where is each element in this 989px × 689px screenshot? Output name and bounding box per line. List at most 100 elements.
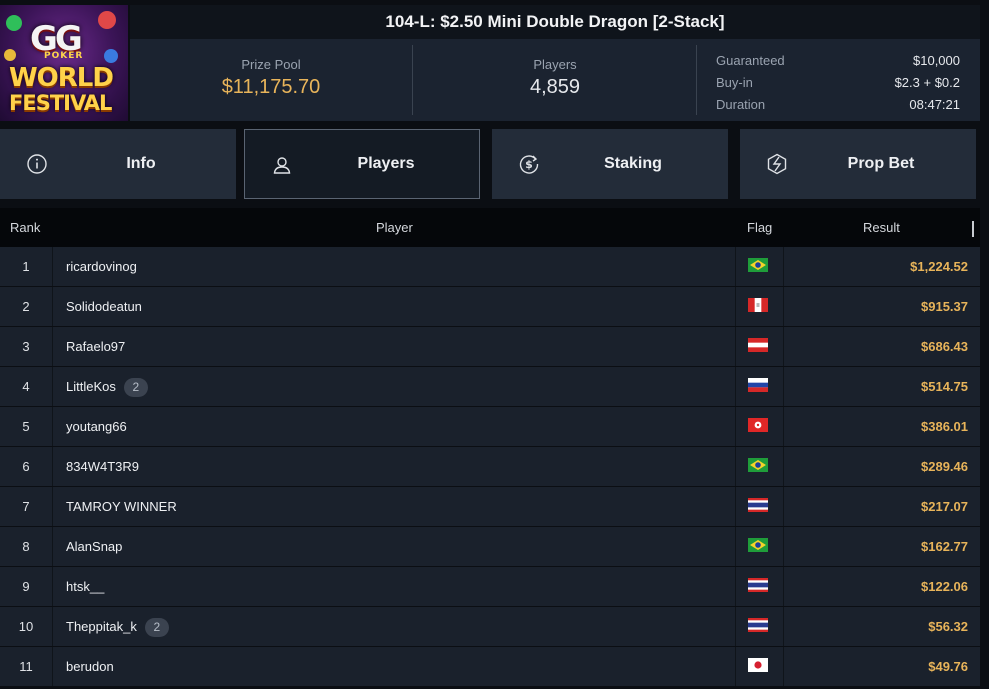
flag-peru-icon	[748, 298, 768, 312]
table-row[interactable]: 3 Rafaelo97 $686.43	[0, 327, 980, 367]
result-cell: $289.46	[921, 459, 968, 474]
prize-pool-label: Prize Pool	[241, 57, 301, 72]
table-row[interactable]: 6 834W4T3R9 $289.46	[0, 447, 980, 487]
flag-brazil-icon	[748, 458, 768, 472]
player-name[interactable]: AlanSnap	[66, 527, 122, 566]
prize-pool-stat: Prize Pool $11,175.70	[130, 39, 412, 121]
player-name[interactable]: Theppitak_k 2	[66, 607, 169, 646]
header-player[interactable]: Player	[376, 220, 413, 235]
flag-cell	[735, 367, 784, 406]
detail-row-guaranteed: Guaranteed $10,000	[716, 49, 960, 71]
player-name-text: AlanSnap	[66, 539, 123, 554]
flag-thailand-icon	[748, 578, 768, 592]
result-cell: $915.37	[921, 299, 968, 314]
tab-label: Prop Bet	[847, 155, 915, 172]
players-table: 1 ricardovinog $1,224.52 2 Solidodeatun $915.…	[0, 247, 980, 687]
player-name[interactable]: LittleKos 2	[66, 367, 148, 406]
player-name[interactable]: ricardovinog	[66, 247, 137, 286]
table-row[interactable]: 1 ricardovinog $1,224.52	[0, 247, 980, 287]
player-name[interactable]: berudon	[66, 647, 114, 686]
tab-info[interactable]: Info	[0, 129, 236, 199]
table-row[interactable]: 11 berudon $49.76	[0, 647, 980, 687]
flag-cell	[735, 607, 784, 646]
result-cell: $514.75	[921, 379, 968, 394]
detail-value: $2.3 + $0.2	[894, 74, 960, 90]
flag-brazil-icon	[748, 538, 768, 552]
detail-row-duration: Duration 08:47:21	[716, 93, 960, 115]
flag-cell	[735, 647, 784, 686]
player-name-text: Theppitak_k	[66, 619, 137, 634]
player-name-text: LittleKos	[66, 379, 116, 394]
header-rank[interactable]: Rank	[10, 220, 40, 235]
tournament-title: 104-L: $2.50 Mini Double Dragon [2-Stack…	[130, 5, 980, 39]
player-name[interactable]: htsk__	[66, 567, 104, 606]
header-flag[interactable]: Flag	[747, 220, 772, 235]
player-name-text: berudon	[66, 659, 114, 674]
rank-cell: 6	[0, 447, 53, 486]
table-row[interactable]: 4 LittleKos 2 $514.75	[0, 367, 980, 407]
detail-label: Buy-in	[716, 74, 753, 90]
player-name[interactable]: youtang66	[66, 407, 127, 446]
tab-staking[interactable]: $ Staking	[492, 129, 728, 199]
result-cell: $1,224.52	[910, 259, 968, 274]
scrollbar[interactable]	[972, 221, 974, 237]
tab-label: Players	[357, 155, 415, 172]
player-name[interactable]: Solidodeatun	[66, 287, 142, 326]
logo-ball-icon	[104, 49, 118, 63]
player-name[interactable]: 834W4T3R9	[66, 447, 139, 486]
rank-cell: 5	[0, 407, 53, 446]
flag-cell	[735, 287, 784, 326]
player-name[interactable]: TAMROY WINNER	[66, 487, 177, 526]
detail-label: Guaranteed	[716, 52, 785, 68]
tab-players[interactable]: Players	[244, 129, 480, 199]
player-name-text: youtang66	[66, 419, 127, 434]
detail-row-buy-in: Buy-in $2.3 + $0.2	[716, 71, 960, 93]
flag-cell	[735, 407, 784, 446]
flag-brazil-icon	[748, 258, 768, 272]
logo-ball-icon	[4, 49, 16, 61]
flag-cell	[735, 327, 784, 366]
flag-austria-icon	[748, 338, 768, 352]
flag-cell	[735, 567, 784, 606]
result-cell: $686.43	[921, 339, 968, 354]
player-name-text: Rafaelo97	[66, 339, 126, 354]
player-name-text: 834W4T3R9	[66, 459, 139, 474]
prize-pool-value: $11,175.70	[221, 76, 321, 98]
player-name-text: Solidodeatun	[66, 299, 142, 314]
table-header: Rank Player Flag Result	[0, 208, 980, 247]
tab-prop-bet[interactable]: Prop Bet	[740, 129, 976, 199]
player-name-text: ricardovinog	[66, 259, 137, 274]
logo-world-text: WORLD	[9, 63, 114, 93]
table-row[interactable]: 5 youtang66 $386.01	[0, 407, 980, 447]
result-cell: $217.07	[921, 499, 968, 514]
table-row[interactable]: 7 TAMROY WINNER $217.07	[0, 487, 980, 527]
rank-cell: 7	[0, 487, 53, 526]
tournament-stats-panel: Prize Pool $11,175.70 Players 4,859 Guar…	[130, 39, 980, 121]
flag-cell	[735, 487, 784, 526]
rank-cell: 11	[0, 647, 53, 686]
table-row[interactable]: 8 AlanSnap $162.77	[0, 527, 980, 567]
result-cell: $56.32	[928, 619, 968, 634]
header-result[interactable]: Result	[863, 220, 900, 235]
flag-hong-kong-icon	[748, 418, 768, 432]
rank-cell: 1	[0, 247, 53, 286]
table-row[interactable]: 9 htsk__ $122.06	[0, 567, 980, 607]
table-row[interactable]: 10 Theppitak_k 2 $56.32	[0, 607, 980, 647]
rank-cell: 8	[0, 527, 53, 566]
rank-cell: 2	[0, 287, 53, 326]
players-stat: Players 4,859	[413, 39, 697, 121]
logo-ball-icon	[98, 11, 116, 29]
detail-value: $10,000	[913, 52, 960, 68]
table-row[interactable]: 2 Solidodeatun $915.37	[0, 287, 980, 327]
result-cell: $162.77	[921, 539, 968, 554]
logo-festival-text: FESTIVAL	[9, 91, 112, 115]
result-cell: $122.06	[921, 579, 968, 594]
result-cell: $386.01	[921, 419, 968, 434]
player-name[interactable]: Rafaelo97	[66, 327, 125, 366]
tab-label: Staking	[604, 155, 662, 172]
players-value: 4,859	[529, 76, 581, 98]
flag-cell	[735, 247, 784, 286]
players-label: Players	[533, 57, 577, 72]
flag-japan-icon	[748, 658, 768, 672]
rank-cell: 4	[0, 367, 53, 406]
